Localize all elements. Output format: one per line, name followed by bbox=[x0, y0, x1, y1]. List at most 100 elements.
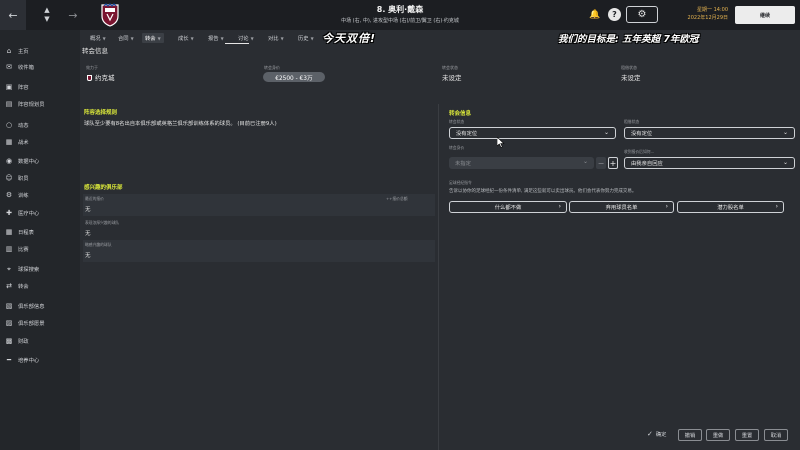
tab-1[interactable]: 合同 ▼ bbox=[118, 33, 134, 43]
sidebar-item-7[interactable]: ☺ 职员 bbox=[0, 171, 80, 185]
reset-button[interactable]: 重置 bbox=[735, 429, 759, 441]
sidebar-item-label: 转会 bbox=[18, 284, 29, 290]
do-nothing-select[interactable]: 什么都不做 › bbox=[449, 201, 567, 213]
confirm-button[interactable]: ✓ 确定 bbox=[647, 430, 666, 438]
sidebar-item-label: 培养中心 bbox=[18, 358, 40, 364]
transfer-status-selected: 没有定位 bbox=[456, 131, 478, 137]
loan-status-selected: 没有定位 bbox=[631, 131, 653, 137]
sidebar-item-label: 俱乐部愿景 bbox=[18, 321, 45, 327]
tab-3[interactable]: 成长 ▼ bbox=[178, 33, 194, 43]
sidebar-item-3[interactable]: ▤ 阵容规划员 bbox=[0, 97, 80, 111]
gear-icon: ⚙ bbox=[637, 9, 647, 20]
loan-status-label: 租借状态 bbox=[624, 119, 640, 124]
sidebar-item-15[interactable]: ▨ 俱乐部愿景 bbox=[0, 316, 80, 330]
transfer-status-summary-label: 转会状态 bbox=[442, 65, 458, 70]
sidebar-item-label: 收件箱 bbox=[18, 65, 34, 71]
slight-interest-value: 无 bbox=[85, 253, 91, 259]
help-icon[interactable]: ? bbox=[608, 8, 621, 21]
bottom-action-bar: ✓ 确定 撤销 重做 重置 取消 bbox=[80, 426, 800, 450]
sidebar-item-5[interactable]: ▦ 战术 bbox=[0, 135, 80, 149]
offer-total-sort[interactable]: ++报价总额 bbox=[386, 196, 408, 202]
continue-button[interactable]: 继续 bbox=[735, 6, 795, 24]
tab-2[interactable]: 转会 ▼ bbox=[142, 33, 164, 43]
redo-button[interactable]: 重做 bbox=[706, 429, 730, 441]
sidebar: ⌂ 主页 ✉ 收件箱 ▣ 阵容 ▤ 阵容规划员 ○ 动态 ▦ 战术 ◉ 数据中心 ☺ 职员 ⚙ 训练 ✚ 医疗中心 ▦ 日… bbox=[0, 30, 80, 450]
finances-icon: ▩ bbox=[5, 337, 13, 345]
scouting-icon: ⌖ bbox=[7, 264, 11, 273]
transfer-status-select[interactable]: 没有定位 ⌄ bbox=[449, 127, 616, 139]
squad-plan-icon: ▤ bbox=[5, 100, 13, 108]
affiliation-value[interactable]: 约克城 bbox=[87, 72, 115, 82]
value-label: 转会身价 bbox=[264, 65, 280, 70]
confirm-label: 确定 bbox=[655, 432, 667, 438]
recent-offers-label: 最近的报价 bbox=[85, 196, 104, 201]
sidebar-item-14[interactable]: ▧ 俱乐部信息 bbox=[0, 299, 80, 313]
offer-handling-label: 收到报价后如何... bbox=[624, 149, 655, 154]
bell-icon[interactable]: 🔔 bbox=[588, 8, 602, 22]
sidebar-item-6[interactable]: ◉ 数据中心 bbox=[0, 154, 80, 168]
fee-decrease-button[interactable]: − bbox=[596, 157, 606, 169]
page-title: 转会信息 bbox=[82, 47, 108, 55]
sidebar-item-label: 职员 bbox=[18, 176, 29, 182]
chevron-down-icon: ⌄ bbox=[603, 129, 609, 136]
caret-down-icon: ▼ bbox=[102, 35, 106, 41]
tab-0[interactable]: 概况 ▼ bbox=[90, 33, 106, 43]
transfer-status-summary-value: 未设定 bbox=[442, 74, 462, 82]
squad-icon: ▣ bbox=[5, 83, 13, 91]
offer-handling-select[interactable]: 由我亲自回应 ⌄ bbox=[624, 157, 795, 169]
sidebar-item-label: 阵容 bbox=[18, 85, 29, 91]
sidebar-item-8[interactable]: ⚙ 训练 bbox=[0, 188, 80, 202]
sidebar-item-2[interactable]: ▣ 阵容 bbox=[0, 80, 80, 94]
sidebar-item-10[interactable]: ▦ 日程表 bbox=[0, 225, 80, 239]
tab-7[interactable]: 历史 ▼ bbox=[298, 33, 314, 43]
affiliation-club: 约克城 bbox=[95, 74, 115, 82]
check-icon: ✓ bbox=[647, 430, 653, 438]
training-icon: ⚙ bbox=[5, 191, 13, 199]
sidebar-item-4[interactable]: ○ 动态 bbox=[0, 118, 80, 132]
potential-list-button[interactable]: 潜力股名单 › bbox=[677, 201, 784, 213]
sidebar-item-11[interactable]: ▥ 比赛 bbox=[0, 242, 80, 256]
transfer-status-label: 转会状态 bbox=[449, 119, 465, 124]
staff-icon: ☺ bbox=[5, 174, 13, 182]
tab-5[interactable]: 讨论 ▼ bbox=[238, 33, 254, 43]
chevron-right-icon: › bbox=[558, 203, 561, 210]
sidebar-item-17[interactable]: ━ 培养中心 bbox=[0, 353, 80, 367]
sidebar-item-label: 动态 bbox=[18, 123, 29, 129]
game-date-day: 2022年12月29日 bbox=[687, 15, 728, 21]
tab-label: 历史 bbox=[298, 36, 309, 42]
agent-instructions-text: 告诉以协你的足球经纪一份条件清单, 满足这些就可以卖出球员。他们会代表你努力完成… bbox=[449, 189, 637, 194]
chevron-down-icon: ⌄ bbox=[782, 129, 788, 136]
squad-rule-text: 球队至少要有8名出自本俱乐部或英格兰俱乐部训练体系的球员。 (目前已注册9人) bbox=[84, 121, 277, 127]
sidebar-item-9[interactable]: ✚ 医疗中心 bbox=[0, 206, 80, 220]
tab-4[interactable]: 报告 ▼ bbox=[208, 33, 224, 43]
undo-button[interactable]: 撤销 bbox=[678, 429, 702, 441]
fee-increase-button[interactable]: + bbox=[608, 157, 618, 169]
sidebar-item-13[interactable]: ⇄ 转会 bbox=[0, 279, 80, 293]
loan-status-summary-value: 未设定 bbox=[621, 74, 641, 82]
sidebar-item-12[interactable]: ⌖ 球探搜索 bbox=[0, 262, 80, 276]
sidebar-item-label: 比赛 bbox=[18, 247, 29, 253]
release-list-button[interactable]: 弃用球员名单 › bbox=[569, 201, 674, 213]
caret-down-icon: ▼ bbox=[190, 35, 194, 41]
tab-6[interactable]: 对比 ▼ bbox=[268, 33, 284, 43]
interested-clubs-title: 感兴趣的俱乐部 bbox=[84, 185, 123, 191]
chevron-down-icon: ⌄ bbox=[782, 159, 788, 166]
mouse-cursor-icon bbox=[497, 137, 505, 148]
game-date-time: 星期一 14:00 bbox=[697, 7, 728, 13]
settings-button[interactable]: ⚙ bbox=[626, 6, 658, 23]
sidebar-item-16[interactable]: ▩ 财政 bbox=[0, 334, 80, 348]
tactics-icon: ▦ bbox=[5, 138, 13, 146]
sidebar-item-0[interactable]: ⌂ 主页 bbox=[0, 44, 80, 58]
sidebar-item-1[interactable]: ✉ 收件箱 bbox=[0, 60, 80, 74]
cancel-button[interactable]: 取消 bbox=[764, 429, 788, 441]
sidebar-item-label: 主页 bbox=[18, 49, 29, 55]
chevron-right-icon: › bbox=[665, 203, 668, 210]
recent-offers-row bbox=[83, 194, 435, 216]
right-transfer-title: 转会信息 bbox=[449, 111, 472, 117]
panel-divider bbox=[438, 104, 439, 450]
transfer-fee-select[interactable]: 未指定 ⌄ bbox=[449, 157, 594, 169]
transfer-value-pill: €2500 - €3万 bbox=[263, 72, 325, 82]
chevron-down-icon: ⌄ bbox=[582, 158, 588, 165]
tab-label: 报告 bbox=[208, 36, 219, 42]
loan-status-select[interactable]: 没有定位 ⌄ bbox=[624, 127, 795, 139]
